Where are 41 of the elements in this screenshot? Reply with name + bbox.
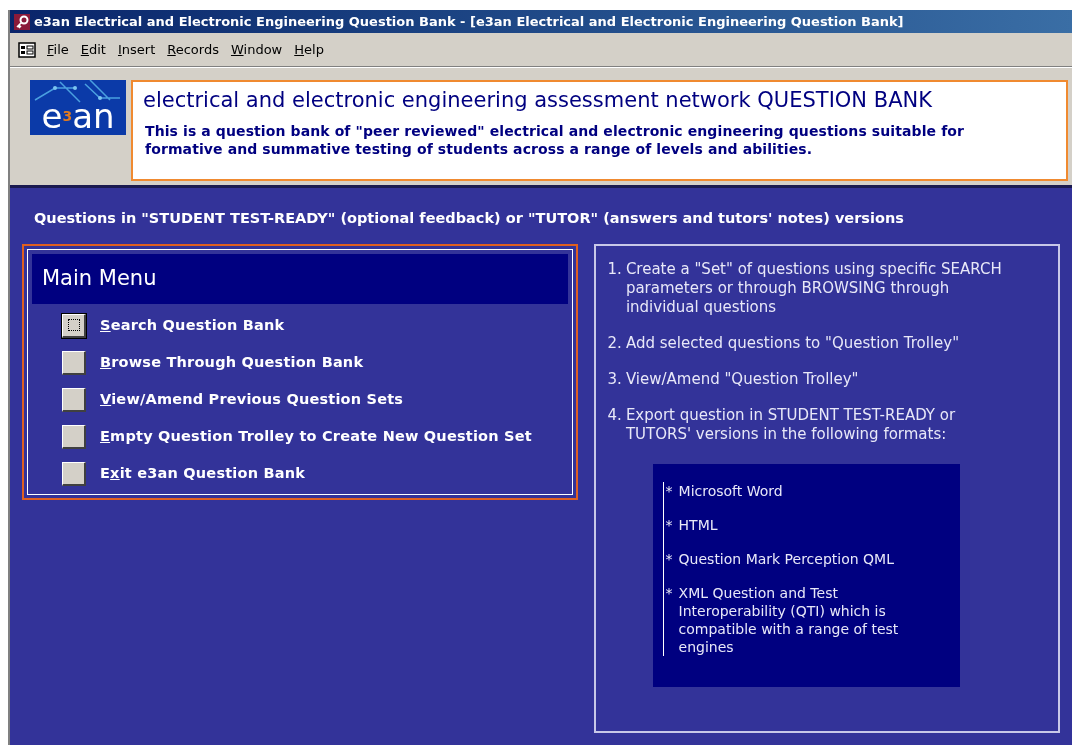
menu-option-label[interactable]: Exit e3an Question Bank (100, 462, 306, 485)
menu-option-button[interactable] (62, 387, 86, 412)
menu-option-label[interactable]: View/Amend Previous Question Sets (100, 388, 404, 411)
app-title: electrical and electronic engineering assessment network QUESTION BANK (143, 87, 933, 114)
menu-item[interactable]: Records (166, 39, 220, 60)
step-text: Export question in STUDENT TEST-READY or TUTORS' versions in the following formats: (625, 405, 957, 444)
key-icon (14, 13, 30, 30)
step-number: 2. (607, 333, 622, 353)
logo-text: e$^{3}$ an (41, 98, 115, 134)
menu-option-button[interactable] (62, 461, 86, 486)
format-text: XML Question and Test Interoperability (QTI) which is compatible with a range of test engines (678, 583, 900, 656)
bullet: * (665, 515, 673, 534)
menu-option-button[interactable] (62, 424, 86, 449)
main-menu-title: Main Menu (32, 253, 568, 304)
step-text: View/Amend "Question Trolley" (625, 369, 859, 389)
bullet: * (665, 583, 673, 603)
step-text: Create a "Set" of questions using specific SEARCH parameters or through BROWSING through individual questions (625, 259, 1003, 317)
menu-item[interactable]: Help (293, 39, 325, 60)
focus-icon (67, 319, 80, 332)
form-icon (18, 41, 36, 58)
menu-option-label[interactable]: Empty Question Trolley to Create New Question Set (100, 425, 532, 448)
bullet: * (665, 481, 673, 500)
bullet: * (665, 549, 673, 568)
menu-option-button[interactable] (62, 350, 86, 375)
step-text: Add selected questions to "Question Trolley" (625, 333, 960, 353)
subtitle: Questions in "STUDENT TEST-READY" (optional feedback) or "TUTOR" (answers and tutors' notes) versions (33, 209, 905, 228)
menu-option-button[interactable] (62, 313, 86, 338)
step-number: 1. (607, 259, 622, 280)
format-text: Microsoft Word (678, 481, 783, 500)
window-title: e3an Electrical and Electronic Engineering Question Bank - [e3an Electrical and Electronic Engineering Question Bank] (34, 12, 904, 31)
menu-item[interactable]: Window (229, 39, 284, 60)
menu-item[interactable]: Edit (79, 39, 107, 60)
app-description: This is a question bank of "peer reviewed" electrical and electronic engineering questions suitable for formative and summative testing of students across a range of levels and abilities. (144, 122, 966, 158)
menu-item[interactable]: Insert (116, 39, 157, 60)
step-number: 4. (607, 405, 622, 426)
format-text: Question Mark Perception QML (678, 549, 894, 568)
menu-item[interactable]: File (46, 39, 70, 60)
format-text: HTML (678, 515, 718, 534)
menu-option-label[interactable]: Browse Through Question Bank (100, 351, 364, 374)
menu-option-label[interactable]: Search Question Bank (100, 314, 285, 337)
step-number: 3. (607, 369, 622, 389)
